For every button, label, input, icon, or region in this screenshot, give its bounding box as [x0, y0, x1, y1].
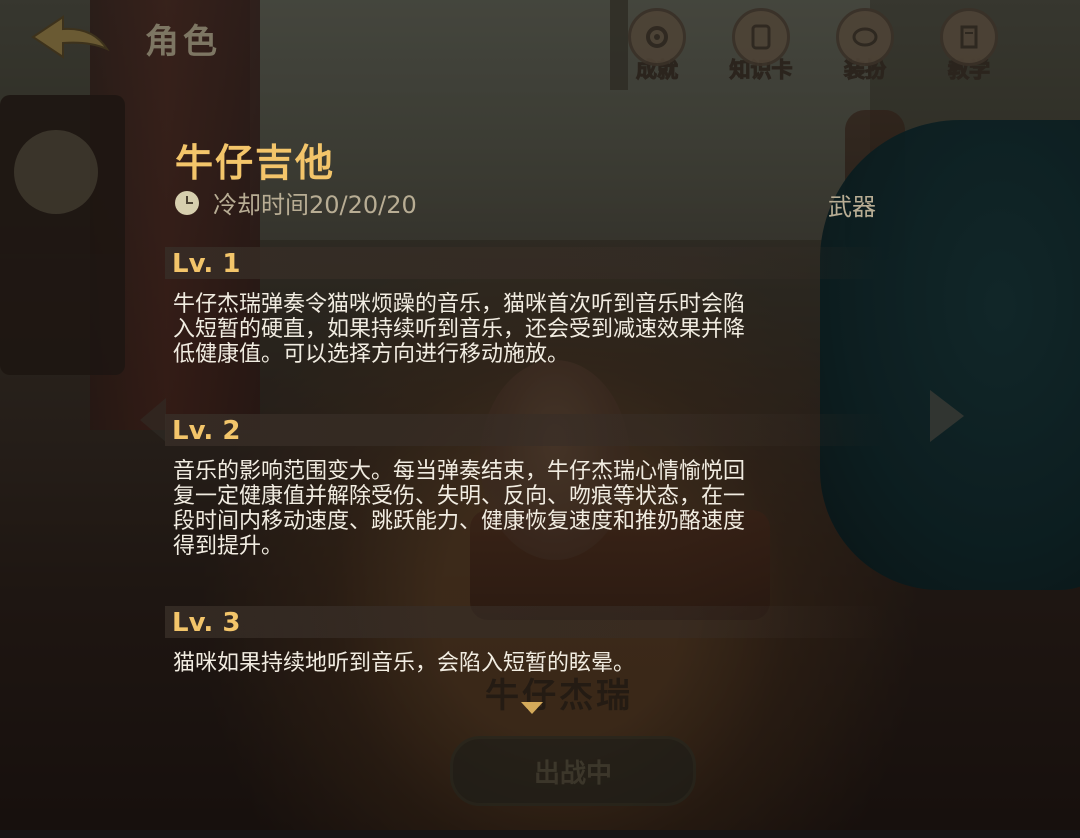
- level-label: Lv. 2: [172, 416, 241, 446]
- level-description: 音乐的影响范围变大。每当弹奏结束，牛仔杰瑞心情愉悦回 复一定健康值并解除受伤、失…: [173, 459, 863, 559]
- outfit-button[interactable]: 装扮: [828, 8, 902, 84]
- achievement-button[interactable]: 成就: [620, 8, 694, 84]
- cooldown-text: 冷却时间20/20/20: [213, 191, 417, 219]
- back-arrow-icon: [31, 15, 110, 59]
- level-description: 牛仔杰瑞弹奏令猫咪烦躁的音乐，猫咪首次听到音乐时会陷 入短暂的硬直，如果持续听到…: [173, 292, 863, 367]
- back-button[interactable]: [25, 10, 115, 68]
- level-header-bar: [165, 606, 885, 638]
- tutorial-button[interactable]: 教学: [932, 8, 1006, 84]
- tutorial-icon: [940, 8, 998, 66]
- clock-icon: [175, 190, 199, 215]
- level-header-bar: [165, 414, 885, 446]
- level-header-bar: [165, 247, 885, 279]
- knowledge-card-button[interactable]: 知识卡: [724, 8, 798, 84]
- outfit-icon: [836, 8, 894, 66]
- description-line: 音乐的影响范围变大。每当弹奏结束，牛仔杰瑞心情愉悦回: [173, 459, 746, 484]
- description-line: 猫咪如果持续地听到音乐，会陷入短暂的眩晕。: [173, 651, 636, 676]
- level-description: 猫咪如果持续地听到音乐，会陷入短暂的眩晕。: [173, 651, 863, 676]
- bottom-bar: [0, 830, 1080, 838]
- achievement-icon: [628, 8, 686, 66]
- knowledge-card-icon: [732, 8, 790, 66]
- skill-title: 牛仔吉他: [175, 141, 336, 185]
- top-menu: 成就 知识卡 装扮 教学: [620, 8, 1006, 84]
- cooldown-row: 冷却时间20/20/20: [175, 185, 417, 220]
- description-line: 段时间内移动速度、跳跃能力、健康恢复速度和推奶酪速度: [173, 509, 746, 534]
- level-label: Lv. 1: [172, 249, 241, 279]
- description-line: 得到提升。: [173, 534, 284, 559]
- level-label: Lv. 3: [172, 608, 241, 638]
- page-title: 角色: [145, 22, 221, 62]
- description-line: 低健康值。可以选择方向进行移动施放。: [173, 342, 570, 367]
- scroll-down-arrow-icon[interactable]: [521, 702, 543, 714]
- skill-type-label: 武器: [828, 193, 876, 221]
- description-line: 牛仔杰瑞弹奏令猫咪烦躁的音乐，猫咪首次听到音乐时会陷: [173, 292, 746, 317]
- description-line: 复一定健康值并解除受伤、失明、反向、吻痕等状态，在一: [173, 484, 746, 509]
- description-line: 入短暂的硬直，如果持续听到音乐，还会受到减速效果并降: [173, 317, 746, 342]
